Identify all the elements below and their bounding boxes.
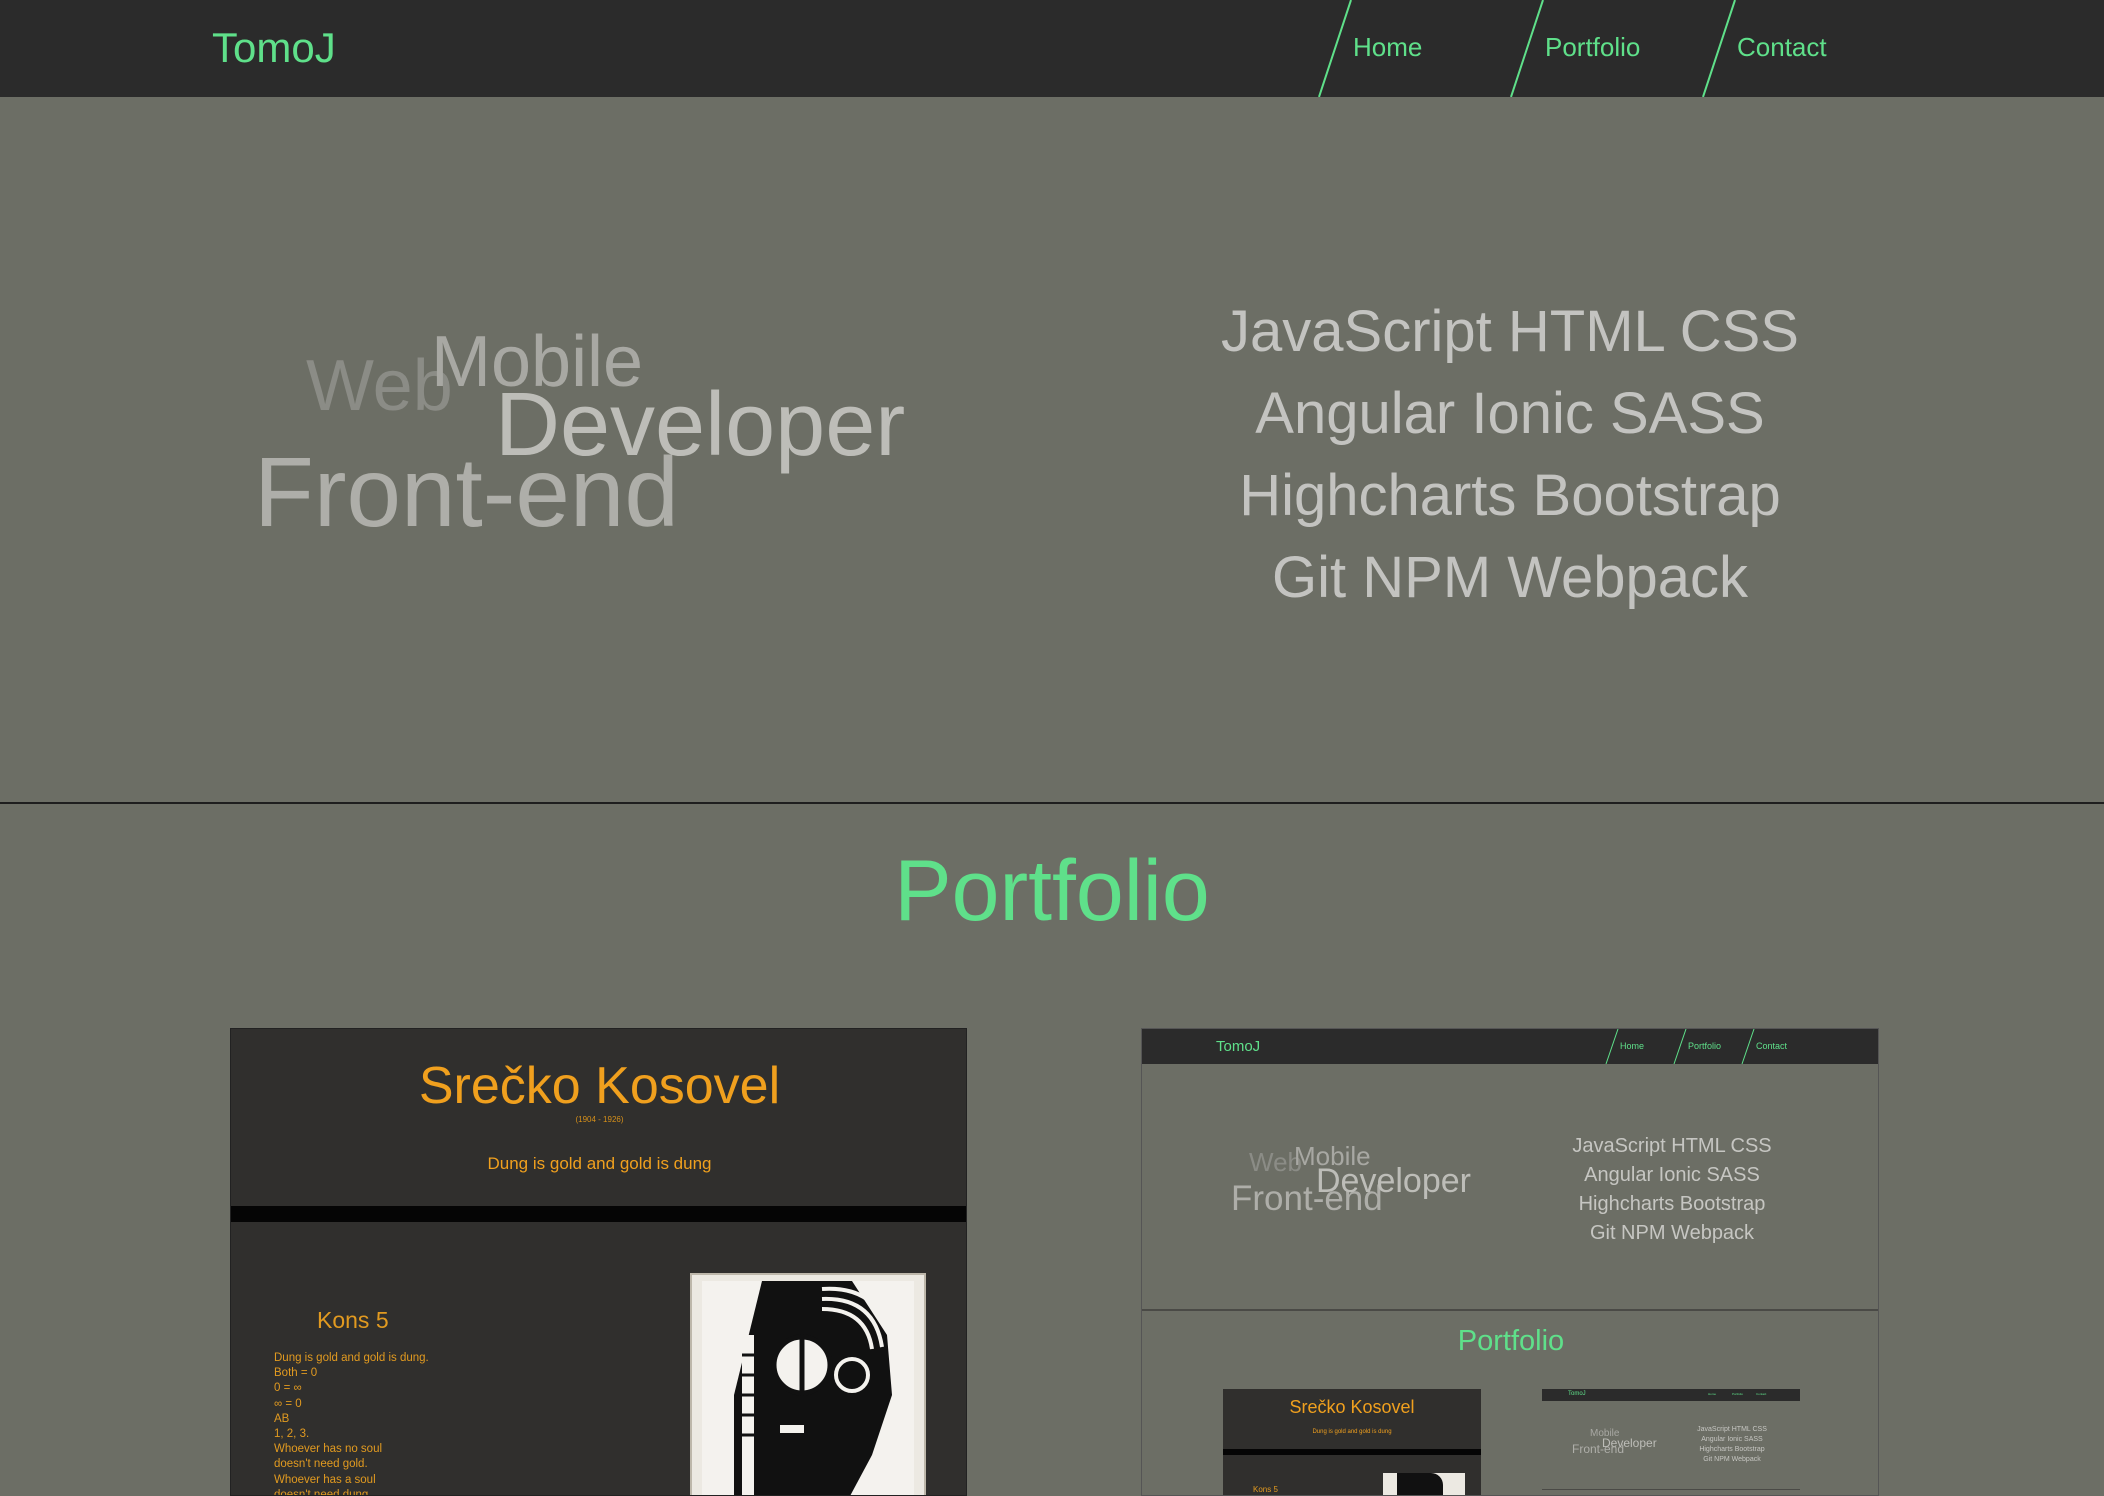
poem-line: Both = 0 [274, 1367, 318, 1380]
poem-title: Kons 5 [317, 1307, 389, 1333]
sub-card-band [1223, 1449, 1481, 1455]
sub-card-quote: Dung is gold and gold is dung [1312, 1429, 1392, 1435]
poem-text: Dung is gold and gold is dung. Both = 0 … [274, 1351, 429, 1496]
nav-divider-icon [1510, 0, 1544, 97]
preview-skills: JavaScript HTML CSS Angular Ionic SASS H… [1522, 1132, 1822, 1248]
preview-divider-icon [1673, 1029, 1687, 1064]
brand-logo[interactable]: TomoJ [212, 24, 336, 72]
portfolio-card-tomoj[interactable]: TomoJ Home Portfolio Contact Web Mobile … [1141, 1028, 1879, 1496]
nav-home-label[interactable]: Home [1353, 32, 1422, 63]
preview-skills-line: Highcharts Bootstrap [1578, 1193, 1766, 1215]
poem-line: 1, 2, 3. [274, 1428, 310, 1441]
sub-skills-line: Angular Ionic SASS [1701, 1436, 1763, 1443]
preview-nav-home: Home [1620, 1041, 1645, 1051]
sub-skills: JavaScript HTML CSS Angular Ionic SASS H… [1672, 1425, 1792, 1465]
sub-skills-line: JavaScript HTML CSS [1697, 1426, 1767, 1433]
poem-line: Whoever has no soul [274, 1443, 383, 1456]
sub-card-title: Srečko Kosovel [1289, 1397, 1415, 1417]
portfolio-card-kosovel[interactable]: Srečko Kosovel (1904 - 1926) Dung is gol… [230, 1028, 967, 1496]
skills-list: JavaScript HTML CSS Angular Ionic SASS H… [1060, 291, 1960, 619]
sub-card-artwork [1383, 1473, 1465, 1495]
card-years: (1904 - 1926) [575, 1115, 624, 1124]
nav-contact-label[interactable]: Contact [1737, 32, 1827, 63]
nav-portfolio-label[interactable]: Portfolio [1545, 32, 1640, 63]
card-quote: Dung is gold and gold is dung [487, 1154, 712, 1173]
preview-skills-line: Angular Ionic SASS [1584, 1164, 1760, 1186]
portfolio-heading: Portfolio [894, 843, 1210, 939]
sub-nav-home: Home [1708, 1392, 1717, 1396]
section-divider [0, 802, 2104, 804]
hero-word-developer: Developer [495, 375, 906, 475]
preview-subcard-tomoj: TomoJ Home Portfolio Contact Mobile Fron… [1542, 1389, 1800, 1495]
poem-line: doesn't need gold. [274, 1458, 368, 1471]
nav-divider-icon [1702, 0, 1736, 97]
poem-line: doesn't need dung. [274, 1488, 372, 1496]
preview-divider [1142, 1309, 1878, 1311]
poem-line: AB [274, 1412, 290, 1425]
preview-skills-line: Git NPM Webpack [1589, 1222, 1755, 1244]
skills-line: Angular Ionic SASS [1255, 381, 1765, 446]
preview-subcard-kosovel: Srečko Kosovel Dung is gold and gold is … [1223, 1389, 1481, 1495]
preview-divider-icon [1741, 1029, 1755, 1064]
poem-line: 0 = ∞ [274, 1382, 302, 1395]
portrait-artwork [690, 1273, 926, 1495]
poem-line: ∞ = 0 [274, 1397, 302, 1410]
sub-word-developer: Developer [1602, 1436, 1657, 1450]
poem-line: Whoever has a soul [274, 1473, 376, 1486]
skills-line: Git NPM Webpack [1272, 545, 1748, 610]
sub-nav-contact: Contact [1756, 1392, 1767, 1396]
sub-skills-line: Git NPM Webpack [1703, 1456, 1761, 1463]
sub-brand: TomoJ [1568, 1391, 1586, 1397]
sub-navbar: TomoJ Home Portfolio Contact [1542, 1389, 1800, 1401]
card-title: Srečko Kosovel [418, 1057, 781, 1115]
poem-line: Dung is gold and gold is dung. [274, 1352, 429, 1364]
preview-navbar: TomoJ Home Portfolio Contact [1142, 1029, 1878, 1064]
nav-divider-icon [1318, 0, 1352, 97]
preview-portfolio-heading: Portfolio [1457, 1325, 1565, 1357]
sub-divider [1542, 1489, 1800, 1490]
preview-nav-contact: Contact [1756, 1041, 1788, 1051]
skills-line: JavaScript HTML CSS [1221, 299, 1799, 364]
sub-skills-line: Highcharts Bootstrap [1699, 1446, 1765, 1453]
card-dark-band [231, 1206, 966, 1222]
preview-divider-icon [1605, 1029, 1619, 1064]
top-navbar: TomoJ Home Portfolio Contact [0, 0, 2104, 97]
skills-line: Highcharts Bootstrap [1239, 463, 1781, 528]
portrait-image [692, 1275, 924, 1495]
preview-brand: TomoJ [1216, 1038, 1261, 1055]
preview-skills-line: JavaScript HTML CSS [1572, 1135, 1772, 1157]
preview-word-developer: Developer [1316, 1162, 1471, 1200]
hero-section: Web Mobile Front-end Developer JavaScrip… [0, 97, 2104, 803]
sub-card-poem-title: Kons 5 [1253, 1485, 1278, 1494]
preview-nav-portfolio: Portfolio [1688, 1041, 1722, 1051]
sub-nav-portfolio: Portfolio [1732, 1392, 1744, 1396]
